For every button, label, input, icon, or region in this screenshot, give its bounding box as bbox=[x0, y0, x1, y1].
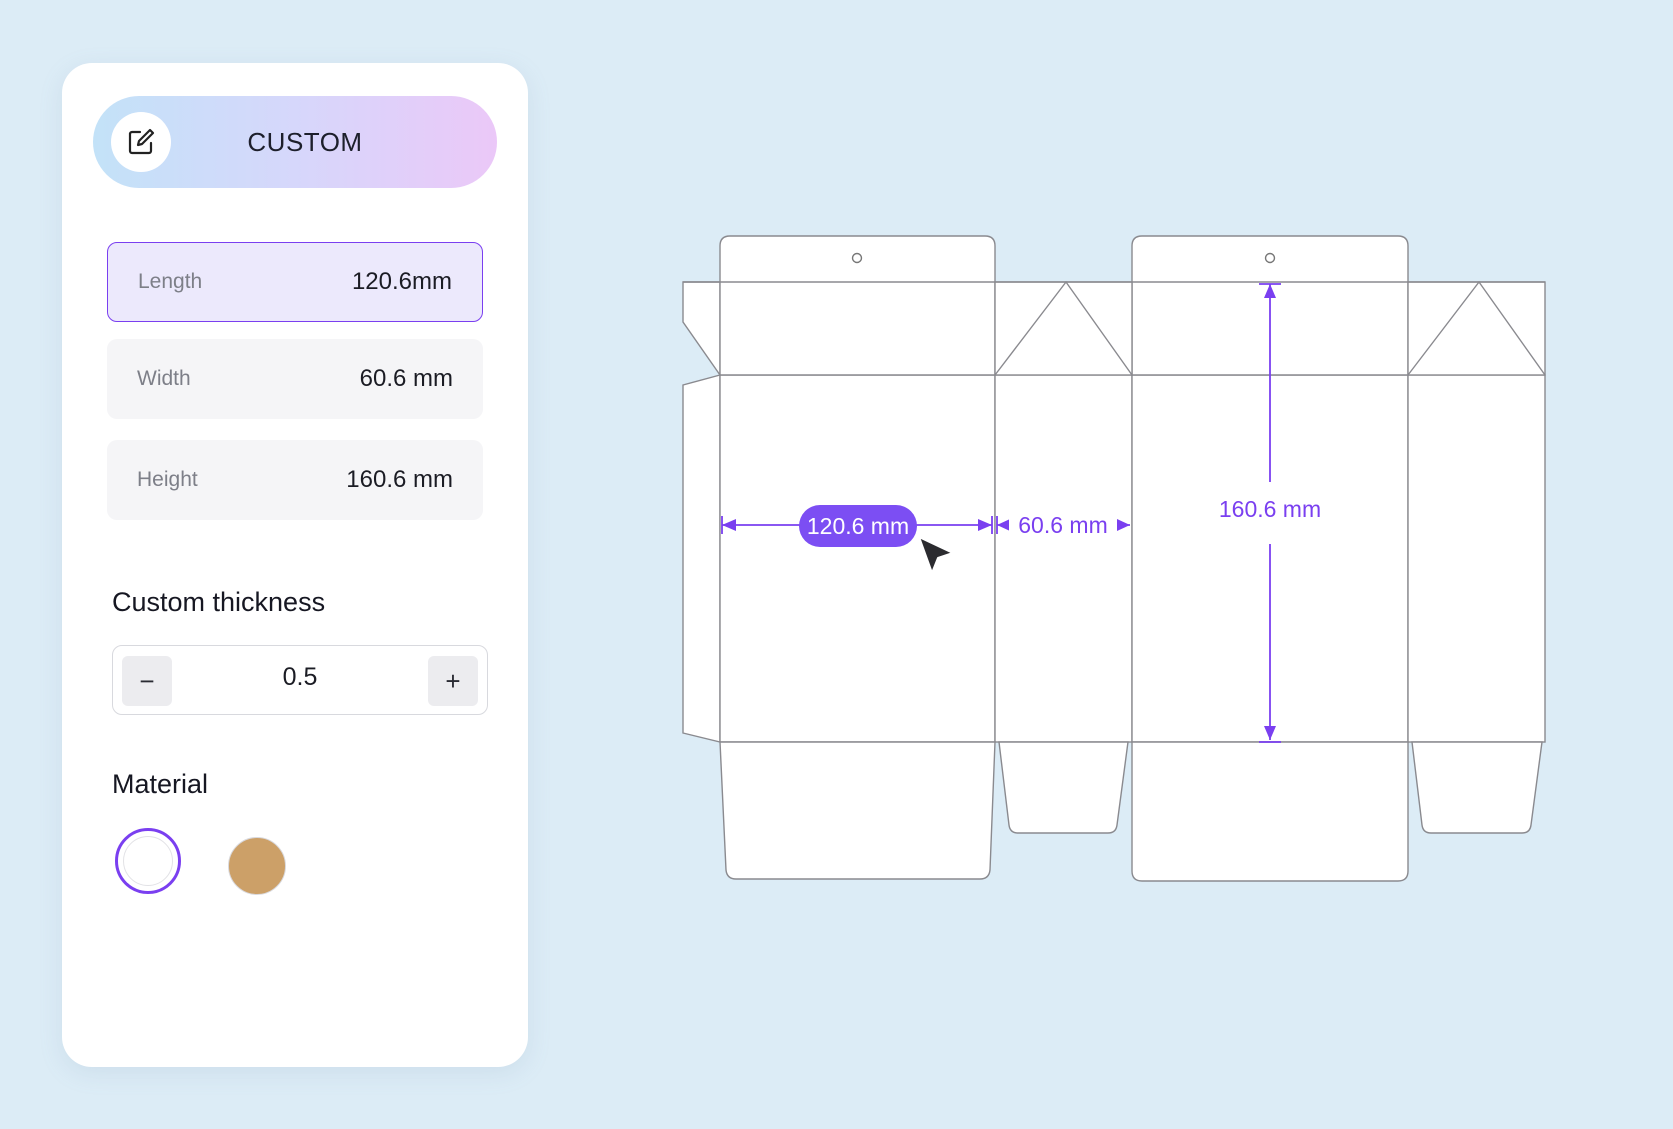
box-dieline: 120.6 mm 60.6 mm 160.6 mm bbox=[682, 235, 1546, 882]
height-dimension-label: 160.6 mm bbox=[1219, 496, 1321, 522]
glue-flap bbox=[682, 374, 721, 743]
hang-hole-2 bbox=[1264, 252, 1276, 264]
side-panel-2 bbox=[1407, 374, 1546, 743]
hang-hole-1 bbox=[851, 252, 863, 264]
back-bottom-flap bbox=[1131, 741, 1409, 882]
dieline-panels bbox=[682, 235, 1546, 882]
top-left-flap bbox=[682, 281, 721, 378]
front-panel bbox=[719, 374, 996, 743]
top-dust-flap-2 bbox=[1407, 281, 1546, 376]
front-bottom-flap bbox=[719, 741, 996, 880]
top-dust-flap-1 bbox=[994, 281, 1133, 376]
length-dimension-label: 120.6 mm bbox=[807, 513, 909, 539]
bottom-dust-flap-2 bbox=[1411, 741, 1543, 834]
bottom-dust-flap-1 bbox=[998, 741, 1129, 834]
width-dimension-label: 60.6 mm bbox=[1018, 512, 1107, 538]
side-panel-1 bbox=[994, 374, 1133, 743]
